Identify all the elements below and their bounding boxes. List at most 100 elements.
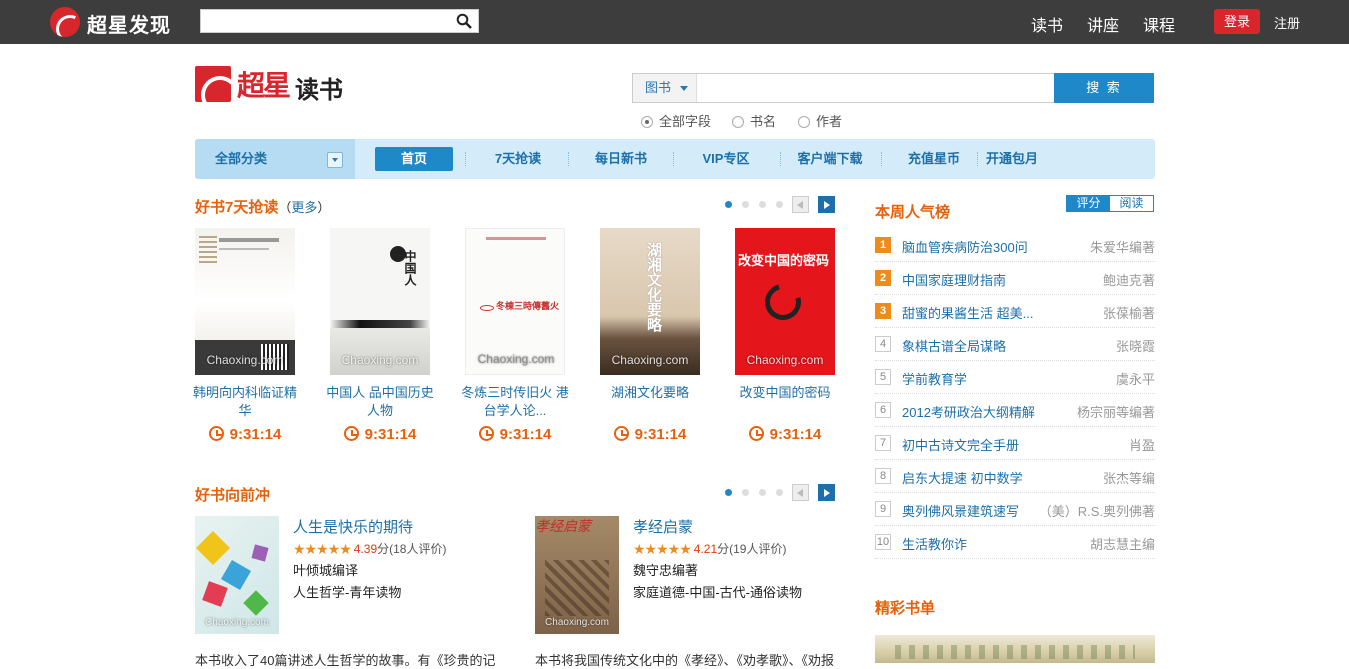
book-cover[interactable]: 中国人 Chaoxing.com bbox=[330, 228, 430, 375]
rank-number: 2 bbox=[875, 270, 891, 286]
rank-book-title[interactable]: 象棋古谱全局谋略 bbox=[902, 336, 1006, 355]
ranking-row[interactable]: 4 象棋古谱全局谋略 张晓霞 bbox=[875, 328, 1155, 361]
rank-book-title[interactable]: 启东大提速 初中数学 bbox=[902, 468, 1023, 487]
book-card[interactable]: 中国人 Chaoxing.com 中国人 品中国历史人物 9:31:14 bbox=[326, 228, 434, 443]
book-cover[interactable]: 冬棟三時傳舊火 Chaoxing.com bbox=[465, 228, 565, 375]
topnav-course[interactable]: 课程 bbox=[1143, 12, 1175, 36]
ranking-row[interactable]: 10 生活教你诈 胡志慧主编 bbox=[875, 526, 1155, 559]
pager-dot[interactable] bbox=[759, 201, 766, 208]
rank-book-title[interactable]: 奥列佛风景建筑速写 bbox=[902, 501, 1019, 520]
pager-dot[interactable] bbox=[776, 201, 783, 208]
rank-number: 3 bbox=[875, 303, 891, 319]
nav-daily-new[interactable]: 每日新书 bbox=[582, 139, 660, 179]
book-title-link[interactable]: 中国人 品中国历史人物 bbox=[324, 384, 436, 420]
brand-logo-icon[interactable] bbox=[195, 66, 231, 102]
ranking-row[interactable]: 8 启东大提速 初中数学 张杰等编 bbox=[875, 460, 1155, 493]
book-category: 家庭道德-中国-古代-通俗读物 bbox=[633, 585, 802, 600]
main-search-box: 图书 搜 索 bbox=[632, 73, 1154, 103]
book-description: 本书收入了40篇讲述人生哲学的故事。有《珍贵的记 bbox=[195, 653, 496, 668]
book-title-link[interactable]: 冬炼三时传旧火 港台学人论... bbox=[459, 384, 571, 420]
next-arrow-icon[interactable] bbox=[818, 196, 835, 213]
book-cover[interactable]: Chaoxing.com bbox=[195, 228, 295, 375]
pager-dot[interactable] bbox=[742, 201, 749, 208]
radio-all-fields[interactable]: 全部字段 bbox=[641, 111, 711, 130]
nav-monthly[interactable]: 开通包月 bbox=[973, 139, 1051, 179]
chevron-down-icon bbox=[680, 86, 689, 92]
top-search-input[interactable] bbox=[201, 10, 451, 32]
book-title-link[interactable]: 韩明向内科临证精华 bbox=[189, 384, 301, 420]
book-title-link[interactable]: 孝经启蒙 bbox=[633, 516, 693, 537]
more-link[interactable]: 更多 bbox=[291, 200, 317, 215]
rank-book-title[interactable]: 学前教育学 bbox=[902, 369, 967, 388]
pager-dot-active[interactable] bbox=[725, 201, 732, 208]
book-title-link[interactable]: 改变中国的密码 bbox=[729, 384, 841, 402]
ranking-row[interactable]: 7 初中古诗文完全手册 肖盈 bbox=[875, 427, 1155, 460]
site-logo-text[interactable]: 超星发现 bbox=[87, 9, 171, 38]
rank-book-title[interactable]: 生活教你诈 bbox=[902, 534, 967, 553]
prev-arrow-icon[interactable] bbox=[792, 484, 809, 501]
ranking-row[interactable]: 6 2012考研政治大纲精解 杨宗丽等编著 bbox=[875, 394, 1155, 427]
ranking-tabs: 评分 阅读 bbox=[1066, 195, 1154, 212]
search-icon[interactable] bbox=[456, 13, 472, 29]
rank-book-title[interactable]: 甜蜜的果酱生活 超美... bbox=[902, 303, 1033, 322]
booklist-title: 精彩书单 bbox=[875, 600, 936, 617]
brand-logo-text[interactable]: 超星 bbox=[237, 64, 291, 104]
main-search-input[interactable] bbox=[698, 74, 1054, 102]
prev-arrow-icon[interactable] bbox=[792, 196, 809, 213]
nav-recharge[interactable]: 充值星币 bbox=[895, 139, 973, 179]
rank-book-title[interactable]: 脑血管疾病防治300问 bbox=[902, 237, 1028, 256]
chaoxing-logo-icon[interactable] bbox=[50, 7, 80, 37]
booklist-banner-image[interactable] bbox=[875, 635, 1155, 663]
dropdown-arrow-icon[interactable] bbox=[327, 152, 343, 168]
timer-text: 9:31:14 bbox=[499, 426, 552, 443]
rank-book-title[interactable]: 初中古诗文完全手册 bbox=[902, 435, 1019, 454]
ranking-row[interactable]: 5 学前教育学 虞永平 bbox=[875, 361, 1155, 394]
login-button[interactable]: 登录 bbox=[1214, 9, 1260, 34]
book-author: 魏守忠编著 bbox=[633, 563, 699, 578]
search-type-select[interactable]: 图书 bbox=[633, 74, 697, 102]
nav-client-download[interactable]: 客户端下载 bbox=[792, 139, 868, 179]
nav-7day-read[interactable]: 7天抢读 bbox=[479, 139, 557, 179]
book-cover[interactable]: 改变中国的密码 Chaoxing.com bbox=[735, 228, 835, 375]
ranking-row[interactable]: 1 脑血管疾病防治300问 朱爱华编著 bbox=[875, 229, 1155, 262]
book-card[interactable]: 改变中国的密码 Chaoxing.com 改变中国的密码 9:31:14 bbox=[735, 228, 835, 443]
rank-book-title[interactable]: 中国家庭理财指南 bbox=[902, 270, 1006, 289]
nav-divider bbox=[881, 152, 882, 166]
rank-book-author: （美）R.S.奥列佛著 bbox=[1038, 504, 1155, 519]
book-title-link[interactable]: 湖湘文化要略 bbox=[594, 384, 706, 402]
tab-read[interactable]: 阅读 bbox=[1110, 196, 1153, 211]
nav-divider bbox=[780, 152, 781, 166]
radio-unchecked-icon bbox=[798, 116, 810, 128]
book-cover[interactable]: Chaoxing.com bbox=[195, 516, 279, 634]
rank-book-title[interactable]: 2012考研政治大纲精解 bbox=[902, 402, 1035, 421]
radio-author[interactable]: 作者 bbox=[798, 111, 842, 130]
tab-score[interactable]: 评分 bbox=[1067, 196, 1110, 211]
timer-text: 9:31:14 bbox=[229, 426, 282, 443]
next-arrow-icon[interactable] bbox=[818, 484, 835, 501]
pager-dot[interactable] bbox=[742, 489, 749, 496]
rank-number: 4 bbox=[875, 336, 891, 352]
register-link[interactable]: 注册 bbox=[1274, 13, 1300, 32]
book-card[interactable]: 冬棟三時傳舊火 Chaoxing.com 冬炼三时传旧火 港台学人论... 9:… bbox=[461, 228, 569, 443]
nav-vip[interactable]: VIP专区 bbox=[687, 139, 765, 179]
pager-dot-active[interactable] bbox=[725, 489, 732, 496]
ranking-row[interactable]: 3 甜蜜的果酱生活 超美... 张葆榆著 bbox=[875, 295, 1155, 328]
pager-dot[interactable] bbox=[776, 489, 783, 496]
all-categories-dropdown[interactable]: 全部分类 bbox=[195, 139, 355, 179]
radio-label: 书名 bbox=[750, 114, 777, 129]
ranking-row[interactable]: 2 中国家庭理财指南 鲍迪克著 bbox=[875, 262, 1155, 295]
search-button[interactable]: 搜 索 bbox=[1054, 73, 1154, 103]
countdown-timer: 9:31:14 bbox=[330, 426, 430, 443]
book-cover[interactable]: 孝经启蒙 Chaoxing.com bbox=[535, 516, 619, 634]
pager-dot[interactable] bbox=[759, 489, 766, 496]
rank-number: 8 bbox=[875, 468, 891, 484]
radio-title[interactable]: 书名 bbox=[732, 111, 776, 130]
book-card[interactable]: 湖湘文化要略 Chaoxing.com 湖湘文化要略 9:31:14 bbox=[600, 228, 700, 443]
book-cover[interactable]: 湖湘文化要略 Chaoxing.com bbox=[600, 228, 700, 375]
ranking-row[interactable]: 9 奥列佛风景建筑速写 （美）R.S.奥列佛著 bbox=[875, 493, 1155, 526]
book-card[interactable]: Chaoxing.com 韩明向内科临证精华 9:31:14 bbox=[193, 228, 297, 443]
topnav-lecture[interactable]: 讲座 bbox=[1087, 12, 1119, 36]
nav-home[interactable]: 首页 bbox=[375, 147, 453, 171]
book-title-link[interactable]: 人生是快乐的期待 bbox=[293, 516, 413, 537]
topnav-read[interactable]: 读书 bbox=[1031, 12, 1063, 36]
